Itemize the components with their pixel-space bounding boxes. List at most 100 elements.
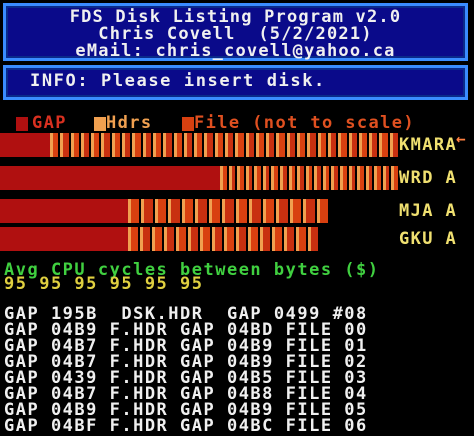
file-segment xyxy=(310,133,316,157)
file-label: File (not to scale) xyxy=(194,113,416,133)
file-segment xyxy=(287,227,294,251)
info-text: INFO: Please insert disk. xyxy=(30,71,326,91)
file-segment xyxy=(325,166,330,190)
file-segment xyxy=(385,166,390,190)
file-segment xyxy=(360,166,364,190)
hdrs-label: Hdrs xyxy=(106,113,153,133)
gap-segment xyxy=(0,199,128,223)
file-segment xyxy=(125,133,131,157)
file-segment xyxy=(351,133,357,157)
file-segment xyxy=(135,133,141,157)
file-segment xyxy=(248,166,253,190)
file-segment xyxy=(198,199,207,223)
file-segment xyxy=(197,133,203,157)
file-segment xyxy=(167,227,174,251)
file-segment xyxy=(240,166,244,190)
disk-label: WRD A xyxy=(399,168,458,188)
file-swatch xyxy=(182,117,194,131)
gap-swatch xyxy=(16,117,28,131)
file-segment xyxy=(279,199,288,223)
file-segment xyxy=(191,227,198,251)
hdrs-swatch xyxy=(94,117,106,131)
gap-segment xyxy=(0,166,220,190)
file-segment xyxy=(258,133,265,157)
file-segment xyxy=(311,227,318,251)
file-segment xyxy=(308,166,313,190)
file-segment xyxy=(265,199,275,223)
file-segment xyxy=(166,133,172,157)
disk-row: MJA A xyxy=(0,199,474,223)
file-segment xyxy=(361,133,368,157)
file-segment xyxy=(269,133,275,157)
file-segment xyxy=(179,227,186,251)
file-segment xyxy=(251,227,258,251)
file-segment xyxy=(145,133,151,157)
disk-label: GKU A xyxy=(399,229,458,249)
header-panel: FDS Disk Listing Program v2.0 Chris Cove… xyxy=(3,3,468,61)
gap-segment xyxy=(0,227,128,251)
file-segment xyxy=(394,166,398,190)
file-segment xyxy=(265,166,270,190)
file-segment xyxy=(83,133,90,157)
file-segment xyxy=(203,227,210,251)
file-segment xyxy=(382,133,388,157)
table-row: GAP 04BF F.HDR GAP 04BC FILE 06 xyxy=(4,416,368,436)
file-segment xyxy=(104,133,110,157)
file-segment xyxy=(274,166,278,190)
file-segment xyxy=(228,133,234,157)
file-segment xyxy=(157,199,167,223)
file-segment xyxy=(330,133,337,157)
file-segment xyxy=(372,133,378,157)
file-segment xyxy=(131,199,140,223)
file-segment xyxy=(63,133,69,157)
disk-row: GKU A xyxy=(0,227,474,251)
file-segment xyxy=(283,166,287,190)
file-segment xyxy=(299,227,306,251)
file-segment xyxy=(351,166,356,190)
disk-row: KMARA xyxy=(0,133,474,157)
file-segment xyxy=(289,133,296,157)
file-table: GAP 195B DSK.HDR GAP 0499 #08 GAP 04B9 F.… xyxy=(4,306,474,436)
file-segment xyxy=(377,166,381,190)
file-segment xyxy=(186,133,193,157)
disk-label: MJA A xyxy=(399,201,458,221)
gap-label: GAP xyxy=(32,113,67,133)
file-segment xyxy=(248,133,254,157)
file-segment xyxy=(53,133,59,157)
file-segment xyxy=(238,133,244,157)
email-line: eMail: chris_covell@yahoo.ca xyxy=(75,41,396,61)
file-segment xyxy=(306,199,315,223)
file-segment xyxy=(217,133,223,157)
file-segment xyxy=(279,133,285,157)
file-segment xyxy=(341,133,347,157)
file-segment xyxy=(176,133,182,157)
file-segment xyxy=(368,166,373,190)
gap-segment xyxy=(0,133,50,157)
disk-label: KMARA xyxy=(399,135,458,155)
file-segment xyxy=(238,199,248,223)
file-segment xyxy=(275,227,282,251)
file-segment xyxy=(207,133,213,157)
disk-row: WRD A xyxy=(0,166,474,190)
file-segment xyxy=(211,199,221,223)
file-segment xyxy=(231,166,236,190)
file-segment xyxy=(320,133,326,157)
file-segment xyxy=(257,166,261,190)
file-segment xyxy=(239,227,246,251)
file-segment xyxy=(292,199,302,223)
file-segment xyxy=(94,133,100,157)
file-segment xyxy=(300,133,306,157)
file-segment xyxy=(227,227,234,251)
file-segment xyxy=(392,133,398,157)
file-segment xyxy=(223,166,227,190)
file-segment xyxy=(155,133,162,157)
file-segment xyxy=(155,227,162,251)
file-segment xyxy=(319,199,328,223)
file-segment xyxy=(73,133,79,157)
file-segment xyxy=(131,227,138,251)
file-segment xyxy=(171,199,180,223)
file-segment xyxy=(144,199,153,223)
file-segment xyxy=(143,227,150,251)
legend: GAP Hdrs File (not to scale) xyxy=(14,114,474,132)
file-segment xyxy=(252,199,261,223)
